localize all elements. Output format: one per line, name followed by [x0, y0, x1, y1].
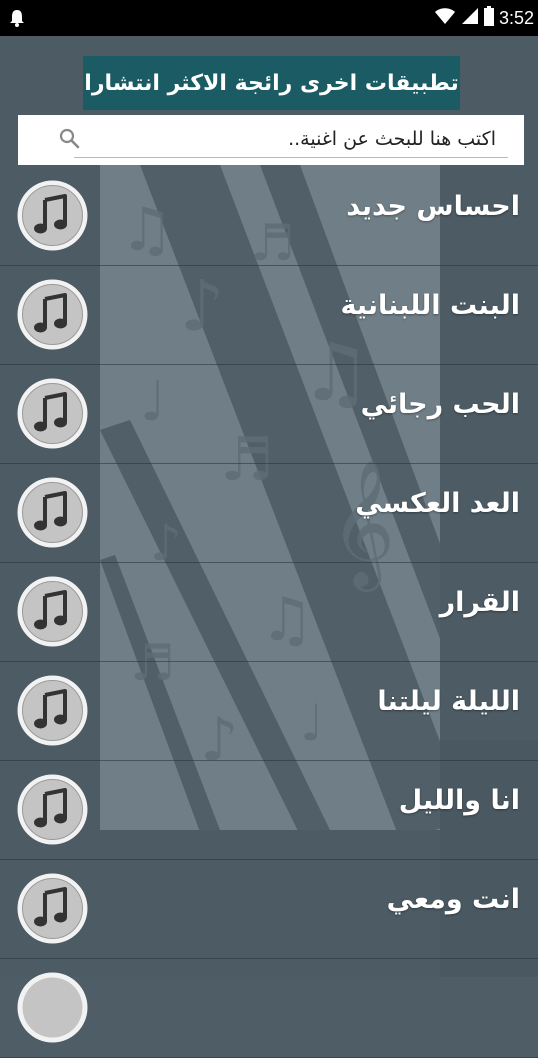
music-note-icon[interactable]	[16, 971, 89, 1044]
wifi-icon	[434, 7, 456, 29]
song-item[interactable]: العد العكسي	[0, 464, 538, 563]
bell-icon	[8, 8, 26, 32]
music-note-icon[interactable]	[16, 476, 89, 549]
search-input[interactable]	[74, 120, 508, 158]
song-title: احساس جديد	[346, 191, 520, 222]
song-item[interactable]: البنت اللبنانية	[0, 266, 538, 365]
song-item[interactable]: احساس جديد	[0, 167, 538, 266]
song-list: احساس جديد البنت اللبنانية الحب رجائي ال…	[0, 167, 538, 1058]
signal-icon	[461, 7, 479, 29]
song-title: الليلة ليلتنا	[377, 686, 520, 717]
other-apps-banner-button[interactable]: تطبيقات اخرى رائجة الاكثر انتشارا	[83, 56, 460, 110]
song-title: انا والليل	[398, 785, 520, 816]
song-item-partial[interactable]	[0, 959, 538, 1058]
song-item[interactable]: انت ومعي	[0, 860, 538, 959]
music-note-icon[interactable]	[16, 674, 89, 747]
status-time: 3:52	[498, 7, 534, 28]
music-note-icon[interactable]	[16, 773, 89, 846]
song-item[interactable]: الليلة ليلتنا	[0, 662, 538, 761]
song-title: الحب رجائي	[360, 389, 520, 420]
status-bar: 3:52	[0, 0, 538, 36]
song-item[interactable]: انا والليل	[0, 761, 538, 860]
battery-icon	[483, 6, 494, 30]
song-title: البنت اللبنانية	[340, 290, 520, 321]
song-title: العد العكسي	[355, 488, 520, 519]
music-note-icon[interactable]	[16, 179, 89, 252]
song-title: انت ومعي	[386, 884, 520, 915]
music-note-icon[interactable]	[16, 575, 89, 648]
song-title: القرار	[439, 587, 520, 618]
song-item[interactable]: القرار	[0, 563, 538, 662]
music-note-icon[interactable]	[16, 377, 89, 450]
music-note-icon[interactable]	[16, 872, 89, 945]
search-bar	[18, 115, 524, 165]
music-note-icon[interactable]	[16, 278, 89, 351]
song-item[interactable]: الحب رجائي	[0, 365, 538, 464]
